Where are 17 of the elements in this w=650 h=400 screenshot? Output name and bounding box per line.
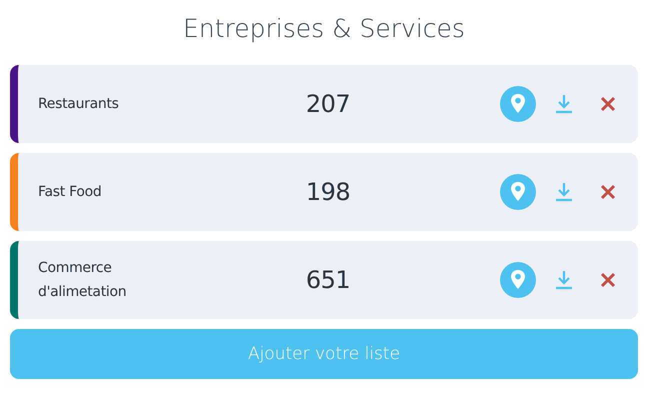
close-icon[interactable] bbox=[600, 184, 616, 200]
download-icon[interactable] bbox=[555, 94, 573, 114]
location-pin-icon[interactable] bbox=[500, 262, 536, 298]
category-count: 198 bbox=[304, 178, 352, 206]
download-icon[interactable] bbox=[555, 270, 573, 290]
location-pin-icon[interactable] bbox=[500, 174, 536, 210]
category-count: 651 bbox=[304, 266, 352, 294]
page-title: Entreprises & Services bbox=[182, 13, 466, 45]
download-icon[interactable] bbox=[555, 182, 573, 202]
location-pin-icon[interactable] bbox=[500, 86, 536, 122]
close-icon[interactable] bbox=[600, 96, 616, 112]
category-label: Fast Food bbox=[38, 183, 102, 202]
close-icon[interactable] bbox=[600, 272, 616, 288]
category-label: Commerce d'alimetation bbox=[38, 259, 128, 302]
add-list-button[interactable]: Ajouter votre liste bbox=[10, 329, 638, 379]
category-count: 207 bbox=[304, 90, 352, 118]
category-label: Restaurants bbox=[38, 95, 120, 114]
